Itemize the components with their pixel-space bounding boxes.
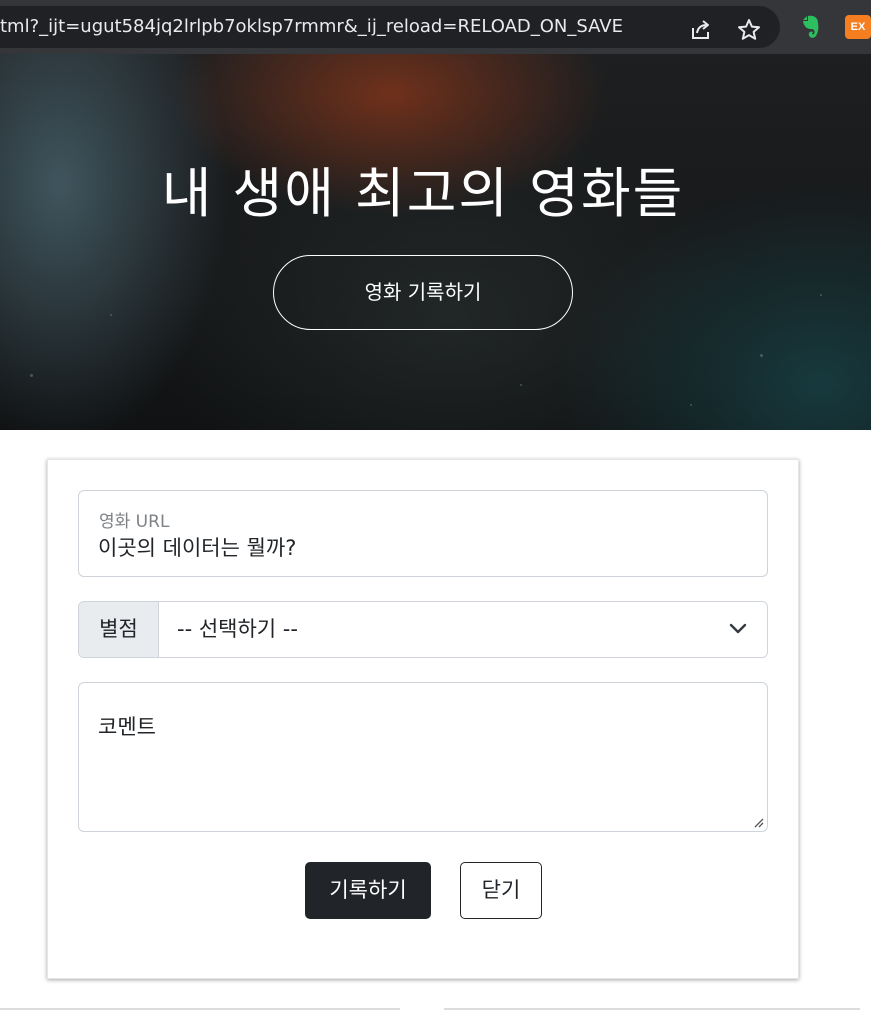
comment-placeholder: 코멘트 [98, 715, 156, 739]
comment-textarea[interactable]: 코멘트 [78, 682, 768, 832]
browser-toolbar: tml?_ijt=ugut584jq2lrlpb7oklsp7rmmr&_ij_… [0, 0, 871, 54]
hero-banner: 내 생애 최고의 영화들 영화 기록하기 [0, 54, 871, 430]
evernote-icon[interactable] [797, 14, 823, 40]
rating-select[interactable]: -- 선택하기 -- [159, 602, 767, 657]
submit-button[interactable]: 기록하기 [305, 862, 431, 919]
chevron-down-icon [729, 623, 747, 634]
resize-handle-icon[interactable] [752, 816, 764, 828]
hero-texture [690, 404, 692, 406]
address-bar[interactable]: tml?_ijt=ugut584jq2lrlpb7oklsp7rmmr&_ij_… [0, 6, 780, 48]
close-button[interactable]: 닫기 [460, 862, 542, 919]
hero-texture [520, 384, 522, 386]
movie-url-field[interactable]: 영화 URL [78, 490, 768, 577]
record-movie-button[interactable]: 영화 기록하기 [273, 255, 573, 330]
page-title: 내 생애 최고의 영화들 [161, 162, 685, 225]
share-icon[interactable] [688, 17, 714, 43]
address-bar-url[interactable]: tml?_ijt=ugut584jq2lrlpb7oklsp7rmmr&_ij_… [0, 6, 665, 48]
rating-select-value: -- 선택하기 -- [177, 617, 298, 641]
hero-texture [820, 294, 822, 296]
hero-texture [110, 314, 112, 316]
posting-form-card: 영화 URL 별점 -- 선택하기 -- 코멘트 기록하기 닫기 [47, 459, 799, 979]
ex-extension-icon[interactable]: EX [845, 15, 871, 39]
star-icon[interactable] [736, 17, 762, 43]
hero-texture [760, 354, 763, 357]
hero-texture [30, 374, 33, 377]
movie-url-input[interactable] [98, 535, 738, 559]
rating-label: 별점 [79, 602, 159, 657]
movie-url-label: 영화 URL [99, 512, 170, 532]
rating-input-group: 별점 -- 선택하기 -- [78, 601, 768, 658]
